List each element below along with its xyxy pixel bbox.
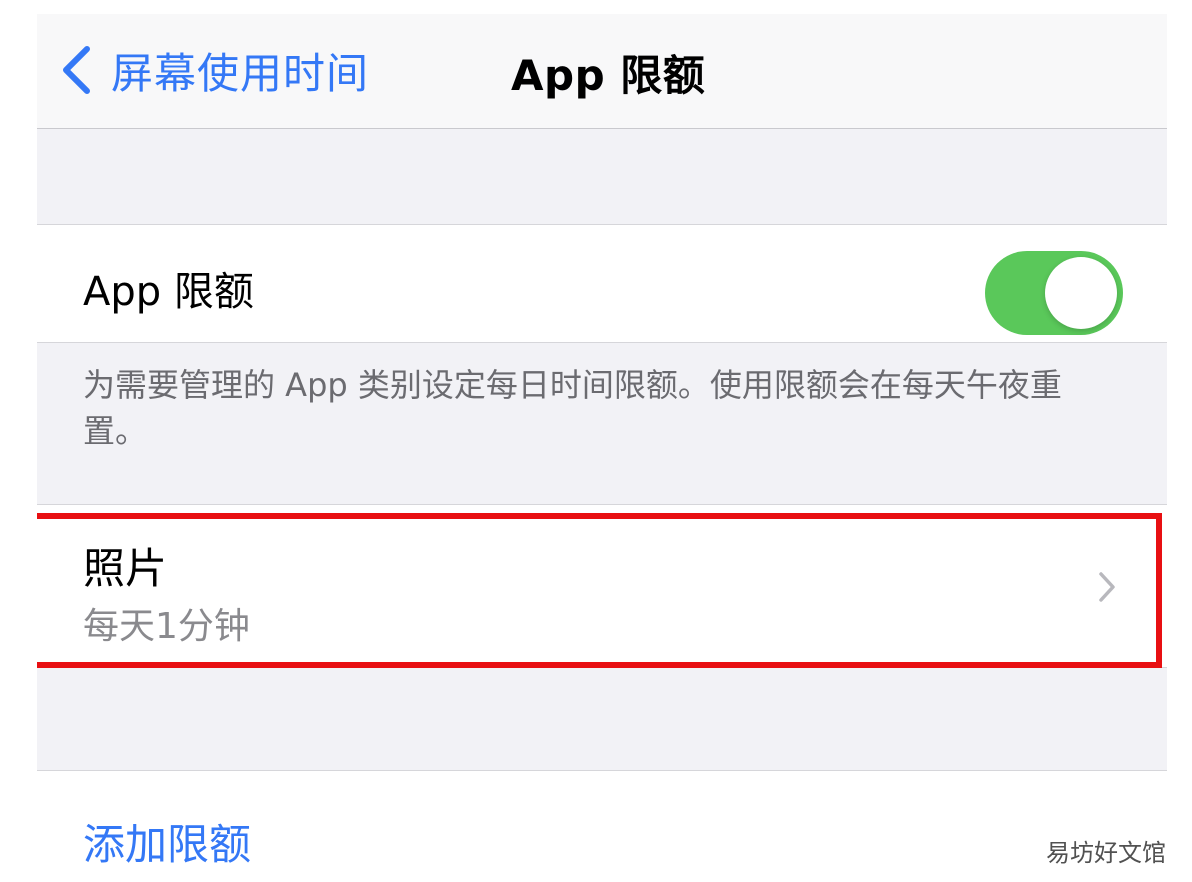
limit-row-title: 照片	[83, 544, 168, 593]
app-limits-label: App 限额	[83, 269, 254, 315]
toggle-knob	[1045, 257, 1117, 329]
limit-row-detail: 每天1分钟	[83, 606, 250, 647]
add-limit-button[interactable]: 添加限额	[83, 811, 251, 872]
app-limits-row: App 限额	[37, 224, 1167, 343]
back-button[interactable]: 屏幕使用时间	[59, 40, 369, 100]
chevron-left-icon	[63, 46, 90, 94]
watermark: 易坊好文馆	[1046, 839, 1166, 867]
page-title: App 限额	[511, 51, 706, 100]
app-limits-description: 为需要管理的 App 类别设定每日时间限额。使用限额会在每天午夜重置。	[83, 366, 1062, 450]
screen: 屏幕使用时间 App 限额 App 限额 为需要管理的 App 类别设定每日时间…	[37, 14, 1167, 882]
add-limit-row[interactable]: 添加限额	[37, 770, 1167, 882]
chevron-right-icon	[1099, 572, 1115, 602]
back-label: 屏幕使用时间	[111, 48, 370, 98]
app-limits-toggle[interactable]	[985, 251, 1123, 335]
limit-row-photos[interactable]: 照片 每天1分钟	[37, 504, 1167, 668]
navigation-bar: 屏幕使用时间 App 限额	[37, 14, 1167, 129]
